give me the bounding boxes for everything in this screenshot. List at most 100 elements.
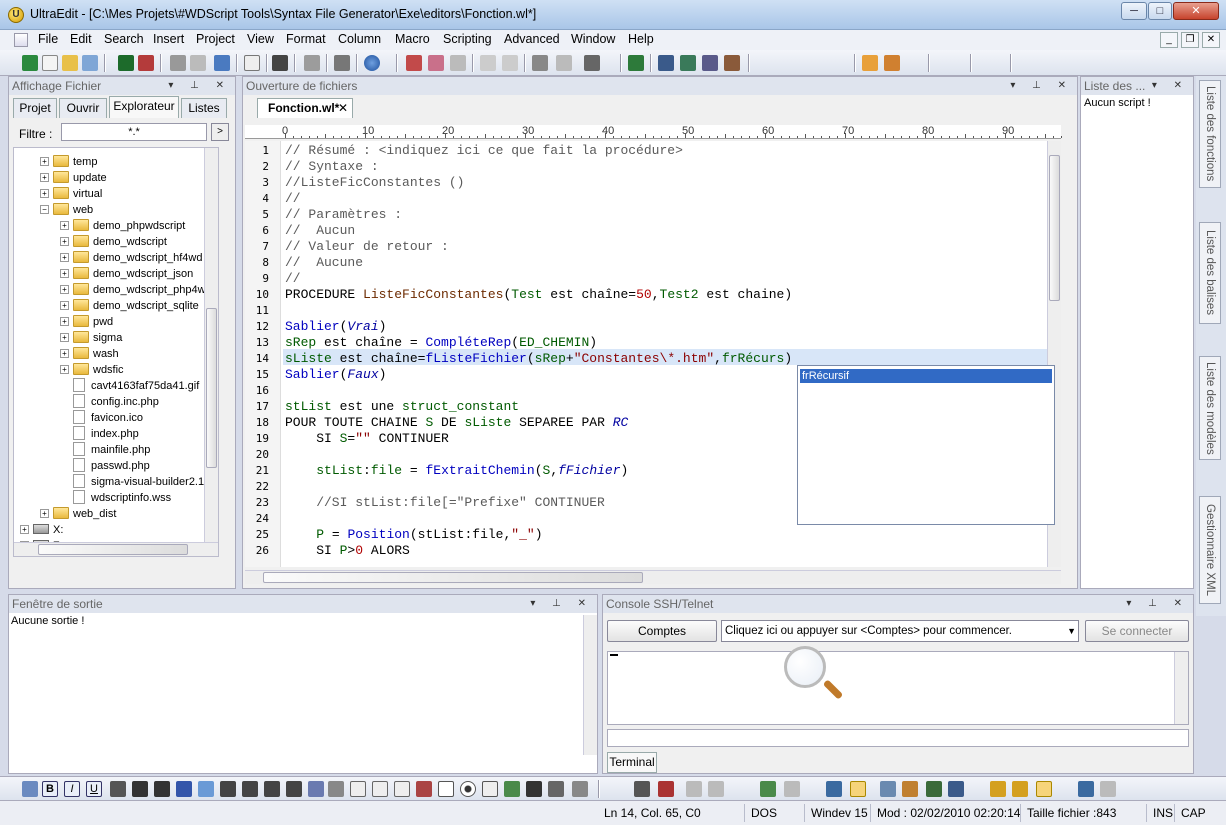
image-button-icon[interactable] bbox=[416, 781, 432, 797]
hex-icon[interactable] bbox=[880, 781, 896, 797]
bold-icon[interactable]: B bbox=[42, 781, 58, 797]
tree-item[interactable]: sigma-visual-builder2.1.0. bbox=[60, 474, 216, 490]
color-icon[interactable] bbox=[198, 781, 214, 797]
expand-icon[interactable]: + bbox=[60, 253, 69, 262]
next-bookmark-icon[interactable] bbox=[1012, 781, 1028, 797]
expand-icon[interactable]: + bbox=[60, 285, 69, 294]
anchor-icon[interactable] bbox=[526, 781, 542, 797]
password-field-icon[interactable] bbox=[394, 781, 410, 797]
tree-item[interactable]: + virtual bbox=[40, 186, 102, 202]
expand-icon[interactable]: + bbox=[40, 189, 49, 198]
bookmark-icon[interactable] bbox=[990, 781, 1006, 797]
menu-search[interactable]: Search bbox=[104, 32, 144, 46]
menu-view[interactable]: View bbox=[247, 32, 274, 46]
menu-insert[interactable]: Insert bbox=[153, 32, 184, 46]
output-vertical-scrollbar[interactable] bbox=[583, 615, 597, 755]
tab-gestionnaire-xml[interactable]: Gestionnaire XML bbox=[1199, 496, 1221, 604]
editor-horizontal-scrollbar[interactable] bbox=[245, 570, 1061, 584]
select-icon[interactable] bbox=[482, 781, 498, 797]
tree-item[interactable]: index.php bbox=[60, 426, 139, 442]
find-in-files-icon[interactable] bbox=[702, 55, 718, 71]
tree-item[interactable]: + demo_wdscript_php4wd bbox=[60, 282, 212, 298]
tab-terminal[interactable]: Terminal bbox=[607, 752, 657, 773]
tree-item[interactable]: + update bbox=[40, 170, 107, 186]
menu-help[interactable]: Help bbox=[628, 32, 654, 46]
project-icon[interactable] bbox=[862, 55, 878, 71]
close-file-icon[interactable] bbox=[138, 55, 154, 71]
align-center-icon[interactable] bbox=[242, 781, 258, 797]
horizontal-rule-icon[interactable] bbox=[328, 781, 344, 797]
clipboard-icon[interactable] bbox=[334, 55, 350, 71]
image-icon[interactable] bbox=[504, 781, 520, 797]
panel-controls-icon[interactable]: ▾ ⊥ ✕ bbox=[168, 77, 231, 95]
tree-item[interactable]: + demo_phpwdscript bbox=[60, 218, 185, 234]
document-tab[interactable]: Fonction.wl* ✕ bbox=[257, 98, 353, 118]
lowercase-icon[interactable] bbox=[784, 781, 800, 797]
compare-icon[interactable] bbox=[926, 781, 942, 797]
expand-icon[interactable]: + bbox=[60, 349, 69, 358]
expand-icon[interactable]: + bbox=[60, 301, 69, 310]
editor-scroll-thumb[interactable] bbox=[1049, 155, 1060, 301]
expand-icon[interactable]: + bbox=[60, 269, 69, 278]
save-icon[interactable] bbox=[118, 55, 134, 71]
tree-item[interactable]: cavt4163faf75da41.gif bbox=[60, 378, 199, 394]
settings-icon[interactable] bbox=[1100, 781, 1116, 797]
globe-icon[interactable] bbox=[364, 55, 380, 71]
tree-item[interactable]: + X: bbox=[20, 522, 63, 538]
comment-icon[interactable] bbox=[634, 781, 650, 797]
format-icon[interactable] bbox=[450, 55, 466, 71]
connect-button[interactable]: Se connecter bbox=[1085, 620, 1189, 642]
uppercase-icon[interactable] bbox=[760, 781, 776, 797]
terminal-output[interactable] bbox=[607, 646, 1189, 725]
tree-item[interactable]: + sigma bbox=[60, 330, 122, 346]
underline-icon[interactable]: U bbox=[86, 781, 102, 797]
panel-controls-icon[interactable]: ▾ ✕ bbox=[1152, 77, 1189, 95]
maximize-window-button[interactable]: □ bbox=[1148, 2, 1172, 20]
menu-macro[interactable]: Macro bbox=[395, 32, 430, 46]
screen-icon[interactable] bbox=[1078, 781, 1094, 797]
tree-scroll-thumb[interactable] bbox=[206, 308, 217, 468]
expand-icon[interactable]: + bbox=[40, 509, 49, 518]
grammar-icon[interactable] bbox=[708, 781, 724, 797]
tab-liste-des-balises[interactable]: Liste des balises bbox=[1199, 222, 1221, 324]
align-right-icon[interactable] bbox=[264, 781, 280, 797]
menu-advanced[interactable]: Advanced bbox=[504, 32, 560, 46]
panel-controls-icon[interactable]: ▾ ⊥ ✕ bbox=[1126, 595, 1189, 613]
wrench-icon[interactable] bbox=[532, 55, 548, 71]
project-settings-icon[interactable] bbox=[884, 55, 900, 71]
radio-icon[interactable] bbox=[460, 781, 476, 797]
expand-icon[interactable]: + bbox=[40, 173, 49, 182]
numbered-list-icon[interactable] bbox=[154, 781, 170, 797]
textbox-icon[interactable] bbox=[350, 781, 366, 797]
indent-icon[interactable] bbox=[480, 55, 496, 71]
blank-document-icon[interactable] bbox=[42, 55, 58, 71]
tab-liste-des-fonctions[interactable]: Liste des fonctions bbox=[1199, 80, 1221, 188]
ftp-icon[interactable] bbox=[948, 781, 964, 797]
mdi-restore-button[interactable]: ❐ bbox=[1181, 32, 1199, 48]
mdi-close-button[interactable]: ✕ bbox=[1202, 32, 1220, 48]
close-tab-icon[interactable]: ✕ bbox=[338, 99, 348, 117]
menu-window[interactable]: Window bbox=[571, 32, 615, 46]
panel-controls-icon[interactable]: ▾ ⊥ ✕ bbox=[530, 595, 593, 613]
italic-icon[interactable]: I bbox=[64, 781, 80, 797]
edit-icon[interactable] bbox=[406, 55, 422, 71]
new-file-icon[interactable] bbox=[22, 55, 38, 71]
cut-icon[interactable] bbox=[304, 55, 320, 71]
mdi-minimize-button[interactable]: _ bbox=[1160, 32, 1178, 48]
tree-item[interactable]: + demo_wdscript_hf4wd bbox=[60, 250, 202, 266]
expand-icon[interactable]: + bbox=[20, 525, 29, 534]
columns-icon[interactable] bbox=[584, 55, 600, 71]
codepage[interactable]: Windev 15 bbox=[804, 804, 868, 822]
tool-icon[interactable] bbox=[556, 55, 572, 71]
print-preview-icon[interactable] bbox=[190, 55, 206, 71]
sort-icon[interactable] bbox=[902, 781, 918, 797]
filter-input[interactable]: *.* bbox=[61, 123, 207, 141]
spell-icon[interactable] bbox=[686, 781, 702, 797]
textarea-icon[interactable] bbox=[372, 781, 388, 797]
tree-item[interactable]: + demo_wdscript_sqlite bbox=[60, 298, 199, 314]
column-mode-icon[interactable] bbox=[850, 781, 866, 797]
print-icon[interactable] bbox=[170, 55, 186, 71]
tree-item[interactable]: + web_dist bbox=[40, 506, 116, 522]
find-icon[interactable] bbox=[658, 55, 674, 71]
tree-item[interactable]: + wdsfic bbox=[60, 362, 124, 378]
